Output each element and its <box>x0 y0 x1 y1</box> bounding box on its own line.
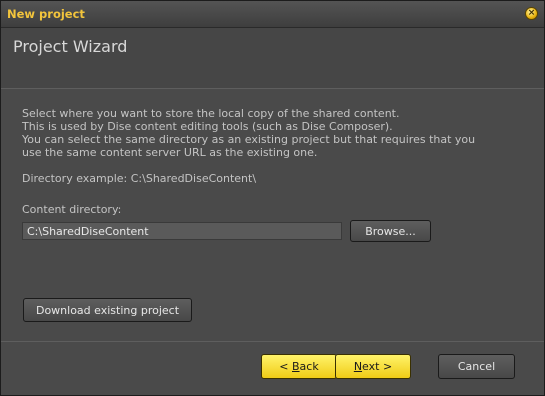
next-label-rest: ext > <box>362 360 393 373</box>
wizard-header: Project Wizard <box>1 28 544 89</box>
cancel-button[interactable]: Cancel <box>438 354 515 379</box>
browse-button[interactable]: Browse... <box>350 220 431 242</box>
close-icon[interactable]: × <box>525 7 538 20</box>
description-line: This is used by Dise content editing too… <box>22 120 393 133</box>
back-button[interactable]: < Back <box>261 354 337 379</box>
content-directory-input[interactable] <box>22 222 342 240</box>
description-line: use the same content server URL as the e… <box>22 146 318 159</box>
description-line: You can select the same directory as an … <box>22 133 476 146</box>
content-directory-label: Content directory: <box>22 203 122 216</box>
back-label-mnemonic: B <box>292 360 300 373</box>
title-bar[interactable]: New project × <box>1 1 544 28</box>
description-line: Select where you want to store the local… <box>22 107 400 120</box>
directory-example: Directory example: C:\SharedDiseContent\ <box>22 172 257 185</box>
back-label-prefix: < <box>279 360 292 373</box>
page-title: Project Wizard <box>13 37 128 56</box>
footer-separator <box>1 341 544 342</box>
wizard-content: Select where you want to store the local… <box>1 89 544 339</box>
next-button[interactable]: Next > <box>335 354 411 379</box>
new-project-dialog: New project × Project Wizard Select wher… <box>0 0 545 396</box>
back-label-rest: ack <box>299 360 319 373</box>
next-label-mnemonic: N <box>353 360 363 373</box>
download-existing-project-button[interactable]: Download existing project <box>23 298 192 322</box>
window-title: New project <box>7 7 85 21</box>
